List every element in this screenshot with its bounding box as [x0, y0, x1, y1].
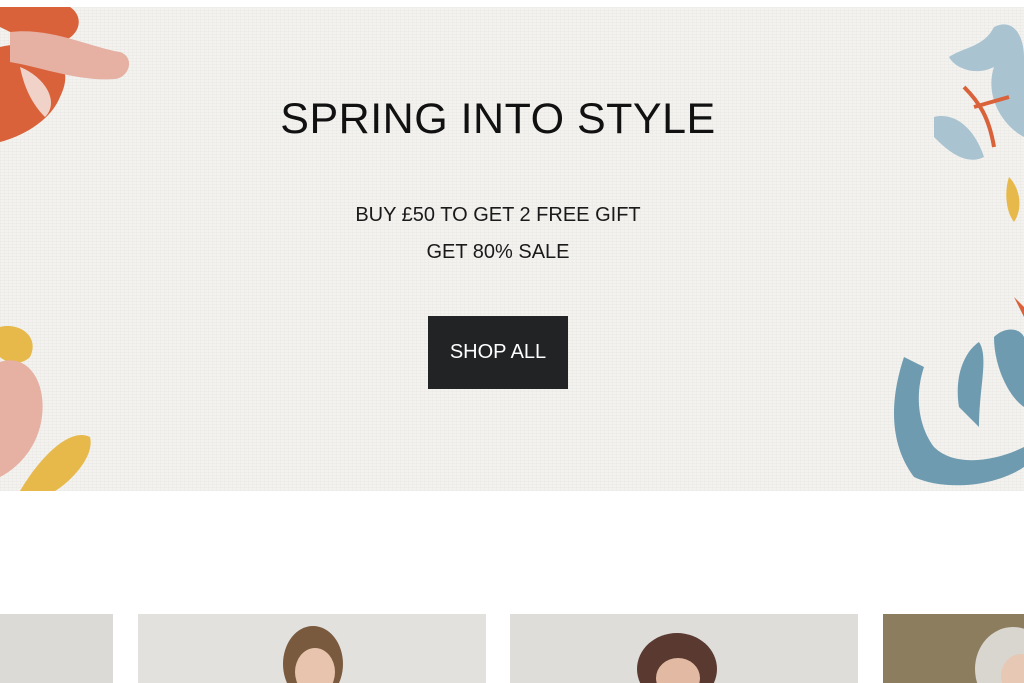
product-photo-woman-icon: [883, 614, 1024, 683]
promo-text-gift: BUY £50 TO GET 2 FREE GIFT: [355, 204, 641, 226]
product-card-image[interactable]: [0, 614, 113, 683]
product-photo-icon: [0, 614, 113, 683]
hero-title: SPRING INTO STYLE: [280, 95, 716, 143]
floral-decoration-bottom-right: [894, 297, 1024, 486]
product-photo-woman-icon: [510, 614, 858, 683]
hero-banner: SPRING INTO STYLE BUY £50 TO GET 2 FREE …: [0, 7, 1024, 491]
shop-all-button[interactable]: SHOP ALL: [428, 316, 568, 389]
product-card-image[interactable]: [138, 614, 486, 683]
product-photo-woman-icon: [138, 614, 486, 683]
product-card-image[interactable]: [510, 614, 858, 683]
floral-decoration-bottom-left: [0, 326, 91, 491]
product-card-image[interactable]: [883, 614, 1024, 683]
promo-text-sale: GET 80% SALE: [426, 241, 570, 263]
